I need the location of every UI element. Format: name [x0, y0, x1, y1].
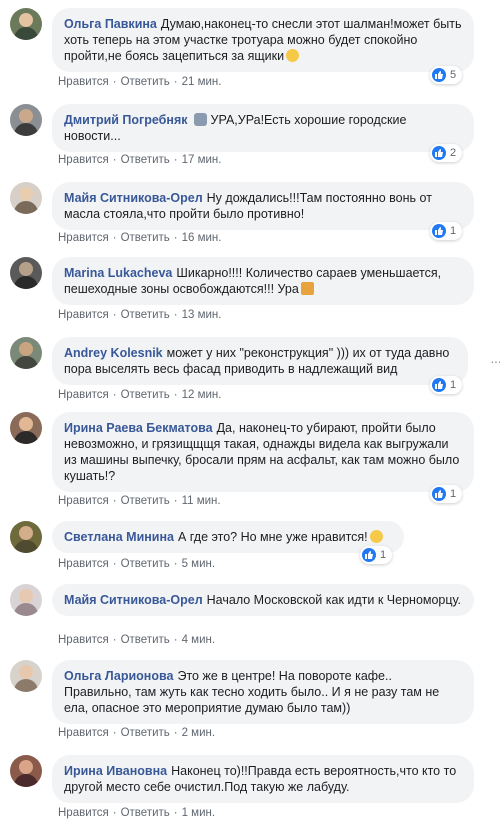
comment-time[interactable]: 16 мин. — [182, 232, 222, 244]
comment-text: Начало Московской как идти к Черноморцу. — [206, 593, 462, 607]
speech-bubble-emoji — [193, 113, 207, 126]
avatar[interactable] — [10, 412, 42, 444]
comment-author[interactable]: Ольга Павкина — [64, 17, 157, 31]
like-link[interactable]: Нравится — [58, 76, 109, 88]
like-link[interactable]: Нравится — [58, 154, 109, 166]
comment-bubble: Ольга Ларионова Это же в центре! На повор… — [52, 660, 474, 724]
comment-time[interactable]: 12 мин. — [182, 389, 222, 401]
like-link[interactable]: Нравится — [58, 634, 109, 646]
comment-bubble: Дмитрий Погребняк УРА,УРа!Есть хорошие го… — [52, 104, 474, 152]
reactions-count[interactable]: 1 — [430, 485, 462, 503]
smiley-emoji — [369, 530, 383, 543]
comment-bubble: Ольга Павкина Думаю,наконец-то снесли это… — [52, 8, 474, 72]
comment-author[interactable]: Дмитрий Погребняк — [64, 113, 188, 127]
comment-actions: Нравится · Ответить · 16 мин. — [58, 232, 222, 244]
reply-link[interactable]: Ответить — [121, 309, 170, 321]
avatar[interactable] — [10, 182, 42, 214]
like-link[interactable]: Нравится — [58, 807, 109, 819]
like-link[interactable]: Нравится — [58, 232, 109, 244]
reply-link[interactable]: Ответить — [121, 495, 170, 507]
comment-time[interactable]: 11 мин. — [182, 495, 221, 507]
like-link[interactable]: Нравится — [58, 727, 109, 739]
comment-actions: Нравится · Ответить · 1 мин. — [58, 807, 216, 819]
reply-link[interactable]: Ответить — [121, 389, 170, 401]
comment-actions: Нравится · Ответить · 4 мин. — [58, 634, 216, 646]
avatar[interactable] — [10, 337, 42, 369]
comment-time[interactable]: 4 мин. — [182, 634, 215, 646]
reply-link[interactable]: Ответить — [121, 634, 170, 646]
comment-actions: Нравится · Ответить · 17 мин. — [58, 154, 222, 166]
like-link[interactable]: Нравится — [58, 389, 109, 401]
comment-time[interactable]: 21 мин. — [182, 76, 222, 88]
reply-link[interactable]: Ответить — [121, 727, 170, 739]
like-link[interactable]: Нравится — [58, 495, 109, 507]
thumbs-up-icon — [432, 146, 446, 160]
avatar[interactable] — [10, 104, 42, 136]
comment-text: А где это? Но мне уже нравится! — [178, 530, 368, 544]
avatar[interactable] — [10, 584, 42, 616]
reactions-count[interactable]: 1 — [430, 222, 462, 240]
comment-author[interactable]: Майя Ситникова-Орел — [64, 191, 203, 205]
comment-time[interactable]: 1 мин. — [182, 807, 215, 819]
comment-author[interactable]: Marina Lukacheva — [64, 266, 172, 280]
comment-author[interactable]: Ирина Ивановна — [64, 764, 167, 778]
comment-actions: Нравится · Ответить · 21 мин. — [58, 76, 222, 88]
comment-author[interactable]: Светлана Минина — [64, 530, 174, 544]
avatar[interactable] — [10, 521, 42, 553]
like-link[interactable]: Нравится — [58, 558, 109, 570]
comment-author[interactable]: Andrey Kolesnik — [64, 346, 163, 360]
comment-actions: Нравится · Ответить · 13 мин. — [58, 309, 222, 321]
comment-time[interactable]: 17 мин. — [182, 154, 222, 166]
thumbs-up-icon — [362, 548, 376, 562]
comment-bubble: Ирина Ивановна Наконец то)!!Правда есть в… — [52, 755, 474, 803]
reactions-count[interactable]: 2 — [430, 144, 462, 162]
avatar[interactable] — [10, 660, 42, 692]
reactions-count[interactable]: 1 — [430, 376, 462, 394]
reactions-count[interactable]: 5 — [430, 66, 462, 84]
reply-link[interactable]: Ответить — [121, 154, 170, 166]
comment-time[interactable]: 2 мин. — [182, 727, 215, 739]
thumbs-up-icon — [432, 68, 446, 82]
comment-bubble: Marina Lukacheva Шикарно!!!! Количество с… — [52, 257, 474, 305]
more-options-icon[interactable]: ··· — [490, 353, 500, 369]
comment-actions: Нравится · Ответить · 12 мин. — [58, 389, 222, 401]
thumbs-up-icon — [432, 224, 446, 238]
comment-bubble: Майя Ситникова-Орел Начало Московской как… — [52, 584, 474, 616]
comment-actions: Нравится · Ответить · 11 мин. — [58, 495, 221, 507]
avatar[interactable] — [10, 755, 42, 787]
comment-author[interactable]: Майя Ситникова-Орел — [64, 593, 203, 607]
avatar[interactable] — [10, 257, 42, 289]
comment-bubble: Светлана Минина А где это? Но мне уже нра… — [52, 521, 404, 553]
avatar[interactable] — [10, 8, 42, 40]
comment-actions: Нравится · Ответить · 2 мин. — [58, 727, 216, 739]
reply-link[interactable]: Ответить — [121, 232, 170, 244]
comment-time[interactable]: 13 мин. — [182, 309, 222, 321]
reply-link[interactable]: Ответить — [121, 76, 170, 88]
comment-bubble: Майя Ситникова-Орел Ну дождались!!!Там по… — [52, 182, 474, 230]
reply-link[interactable]: Ответить — [121, 558, 170, 570]
comment-time[interactable]: 5 мин. — [182, 558, 215, 570]
comment-bubble: Andrey Kolesnik может у них "реконструкци… — [52, 337, 468, 385]
comment-bubble: Ирина Раева Бекматова Да, наконец-то убир… — [52, 412, 474, 492]
comment-actions: Нравится · Ответить · 5 мин. — [58, 558, 216, 570]
reactions-count[interactable]: 1 — [360, 546, 392, 564]
reply-link[interactable]: Ответить — [121, 807, 170, 819]
thumbs-up-icon — [432, 378, 446, 392]
grinning-sweat-emoji — [286, 49, 300, 62]
like-link[interactable]: Нравится — [58, 309, 109, 321]
party-popper-emoji — [300, 282, 314, 295]
thumbs-up-icon — [432, 487, 446, 501]
comment-author[interactable]: Ольга Ларионова — [64, 669, 173, 683]
comment-author[interactable]: Ирина Раева Бекматова — [64, 421, 213, 435]
